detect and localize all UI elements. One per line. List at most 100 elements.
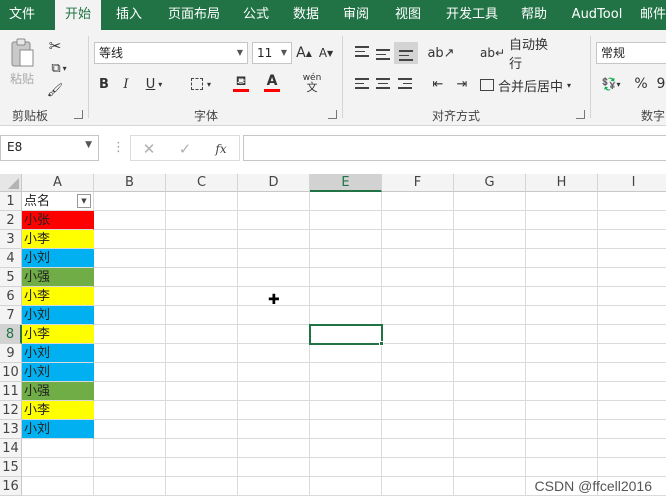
cell-b7[interactable] xyxy=(94,306,166,325)
cell-e13[interactable] xyxy=(310,420,382,439)
tab-file[interactable]: 文件 xyxy=(0,0,44,30)
cell-c12[interactable] xyxy=(166,401,238,420)
tab-home[interactable]: 开始 xyxy=(55,0,101,30)
cell-b14[interactable] xyxy=(94,439,166,458)
align-right-icon[interactable] xyxy=(398,78,412,92)
cell-h4[interactable] xyxy=(526,249,598,268)
cell-d5[interactable] xyxy=(238,268,310,287)
row-header-11[interactable]: 11 xyxy=(0,382,22,401)
row-header-16[interactable]: 16 xyxy=(0,477,22,496)
clipboard-launcher-icon[interactable] xyxy=(74,110,83,119)
grow-font-button[interactable]: A ▲ xyxy=(296,43,312,63)
cell-h1[interactable] xyxy=(526,192,598,211)
tab-insert[interactable]: 插入 xyxy=(107,0,151,30)
row-header-5[interactable]: 5 xyxy=(0,268,22,287)
cell-a6[interactable]: 小李 xyxy=(22,287,94,306)
fill-handle[interactable] xyxy=(379,341,384,346)
middle-align-icon[interactable] xyxy=(376,49,390,63)
tab-developer[interactable]: 开发工具 xyxy=(438,0,506,30)
cell-h6[interactable] xyxy=(526,287,598,306)
cell-g6[interactable] xyxy=(454,287,526,306)
column-header-h[interactable]: H xyxy=(526,174,598,192)
cell-e16[interactable] xyxy=(310,477,382,496)
column-header-i[interactable]: I xyxy=(598,174,666,192)
paste-button[interactable]: 粘贴 xyxy=(6,36,38,88)
cell-e2[interactable] xyxy=(310,211,382,230)
row-header-6[interactable]: 6 xyxy=(0,287,22,306)
font-color-button[interactable]: A xyxy=(258,72,286,94)
cell-d13[interactable] xyxy=(238,420,310,439)
cell-d1[interactable] xyxy=(238,192,310,211)
cell-i10[interactable] xyxy=(598,363,666,382)
decrease-indent-button[interactable]: ⇤ xyxy=(428,74,448,94)
phonetic-button[interactable]: wén 文 xyxy=(300,72,324,94)
cell-h2[interactable] xyxy=(526,211,598,230)
formula-input[interactable] xyxy=(243,135,666,161)
cell-i14[interactable] xyxy=(598,439,666,458)
cell-d7[interactable] xyxy=(238,306,310,325)
cell-i6[interactable] xyxy=(598,287,666,306)
cell-e7[interactable] xyxy=(310,306,382,325)
align-left-icon[interactable] xyxy=(355,78,369,92)
cell-e14[interactable] xyxy=(310,439,382,458)
cell-f15[interactable] xyxy=(382,458,454,477)
cell-b9[interactable] xyxy=(94,344,166,363)
row-header-2[interactable]: 2 xyxy=(0,211,22,230)
filter-dropdown-button[interactable]: ▼ xyxy=(77,194,91,208)
cell-b6[interactable] xyxy=(94,287,166,306)
cell-e4[interactable] xyxy=(310,249,382,268)
cell-b16[interactable] xyxy=(94,477,166,496)
font-launcher-icon[interactable] xyxy=(328,110,337,119)
cell-f7[interactable] xyxy=(382,306,454,325)
cell-b12[interactable] xyxy=(94,401,166,420)
column-header-e[interactable]: E xyxy=(310,174,382,192)
confirm-entry-button[interactable]: ✓ xyxy=(176,140,194,158)
cell-g9[interactable] xyxy=(454,344,526,363)
bottom-align-button[interactable] xyxy=(394,42,418,64)
cell-b5[interactable] xyxy=(94,268,166,287)
accounting-format-button[interactable]: 💱 ▾ xyxy=(598,74,624,94)
cell-e9[interactable] xyxy=(310,344,382,363)
cell-g7[interactable] xyxy=(454,306,526,325)
cell-i12[interactable] xyxy=(598,401,666,420)
row-header-3[interactable]: 3 xyxy=(0,230,22,249)
row-header-1[interactable]: 1 xyxy=(0,192,22,211)
cell-i8[interactable] xyxy=(598,325,666,344)
cell-g12[interactable] xyxy=(454,401,526,420)
cell-d3[interactable] xyxy=(238,230,310,249)
cell-f8[interactable] xyxy=(382,325,454,344)
cell-g13[interactable] xyxy=(454,420,526,439)
cell-h10[interactable] xyxy=(526,363,598,382)
cell-c14[interactable] xyxy=(166,439,238,458)
cell-f12[interactable] xyxy=(382,401,454,420)
cell-b10[interactable] xyxy=(94,363,166,382)
cell-a5[interactable]: 小强 xyxy=(22,268,94,287)
cell-c7[interactable] xyxy=(166,306,238,325)
cell-h11[interactable] xyxy=(526,382,598,401)
row-header-13[interactable]: 13 xyxy=(0,420,22,439)
italic-button[interactable]: I xyxy=(118,74,134,94)
cell-d4[interactable] xyxy=(238,249,310,268)
cell-e6[interactable] xyxy=(310,287,382,306)
cell-a15[interactable] xyxy=(22,458,94,477)
select-all-button[interactable] xyxy=(0,174,22,192)
cell-d15[interactable] xyxy=(238,458,310,477)
tab-view[interactable]: 视图 xyxy=(386,0,430,30)
cell-f13[interactable] xyxy=(382,420,454,439)
cell-f10[interactable] xyxy=(382,363,454,382)
cell-e11[interactable] xyxy=(310,382,382,401)
row-header-12[interactable]: 12 xyxy=(0,401,22,420)
font-name-combo[interactable]: 等线 ▼ xyxy=(94,42,248,64)
cell-g3[interactable] xyxy=(454,230,526,249)
tab-page-layout[interactable]: 页面布局 xyxy=(160,0,228,30)
cell-a2[interactable]: 小张 xyxy=(22,211,94,230)
cell-a14[interactable] xyxy=(22,439,94,458)
column-header-c[interactable]: C xyxy=(166,174,238,192)
cell-h7[interactable] xyxy=(526,306,598,325)
row-header-9[interactable]: 9 xyxy=(0,344,22,363)
top-align-icon[interactable] xyxy=(355,46,369,60)
cell-d10[interactable] xyxy=(238,363,310,382)
cell-b2[interactable] xyxy=(94,211,166,230)
cell-i13[interactable] xyxy=(598,420,666,439)
row-header-15[interactable]: 15 xyxy=(0,458,22,477)
